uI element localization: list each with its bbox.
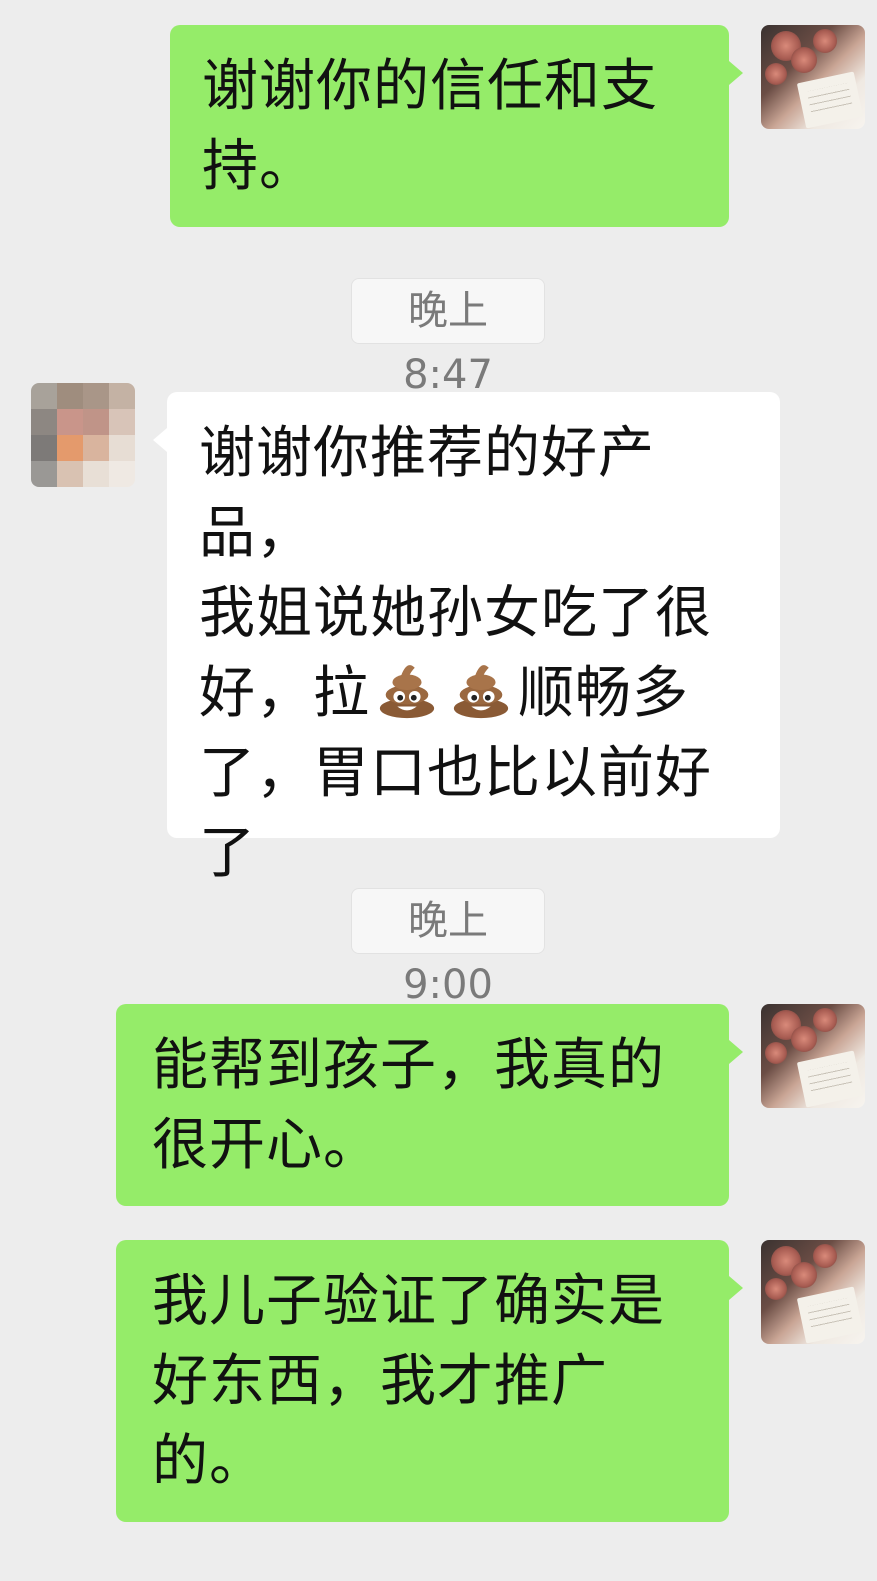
message-text: 能帮到孩子，我真的很开心。 (152, 1033, 665, 1178)
letter-paper-icon (796, 1050, 864, 1108)
message-line: 谢谢你推荐的好产品， (199, 421, 655, 566)
poop-emoji-icon (453, 665, 509, 719)
message-bubble-contact[interactable]: 谢谢你推荐的好产品， 我姐说她孙女吃了很 好，拉 顺畅多 了，胃口也比以前好 了 (153, 392, 780, 886)
avatar-self[interactable] (761, 25, 865, 129)
avatar-contact[interactable] (31, 383, 135, 487)
message-line: 了，胃口也比以前好 (199, 741, 712, 806)
timestamp-divider: 晚上9:00 (351, 888, 545, 1008)
message-line: 好，拉 顺畅多 (199, 654, 760, 734)
message-text: 好，拉 (199, 661, 370, 726)
timestamp-text: 晚上8:47 (403, 288, 493, 398)
letter-paper-icon (796, 1286, 864, 1344)
message-bubble-self[interactable]: 我儿子验证了确实是好东西，我才推广的。 (116, 1240, 743, 1522)
message-text: 谢谢你的信任和支持。 (202, 54, 658, 199)
timestamp-text: 晚上9:00 (403, 898, 493, 1008)
chat-window: 谢谢你的信任和支持。 晚上8:47 谢谢你推荐的好产品， 我姐说她孙女吃了很 好… (0, 0, 877, 1581)
timestamp-divider: 晚上8:47 (351, 278, 545, 398)
poop-emoji-icon (379, 665, 435, 719)
message-line: 了 (199, 821, 256, 886)
message-bubble-self[interactable]: 谢谢你的信任和支持。 (170, 25, 743, 227)
message-text: 顺畅多 (518, 661, 689, 726)
avatar-self[interactable] (761, 1004, 865, 1108)
message-bubble-self[interactable]: 能帮到孩子，我真的很开心。 (116, 1004, 743, 1206)
message-text: 我儿子验证了确实是好东西，我才推广的。 (152, 1269, 665, 1494)
message-line: 我姐说她孙女吃了很 (199, 581, 712, 646)
avatar-self[interactable] (761, 1240, 865, 1344)
letter-paper-icon (796, 71, 864, 129)
